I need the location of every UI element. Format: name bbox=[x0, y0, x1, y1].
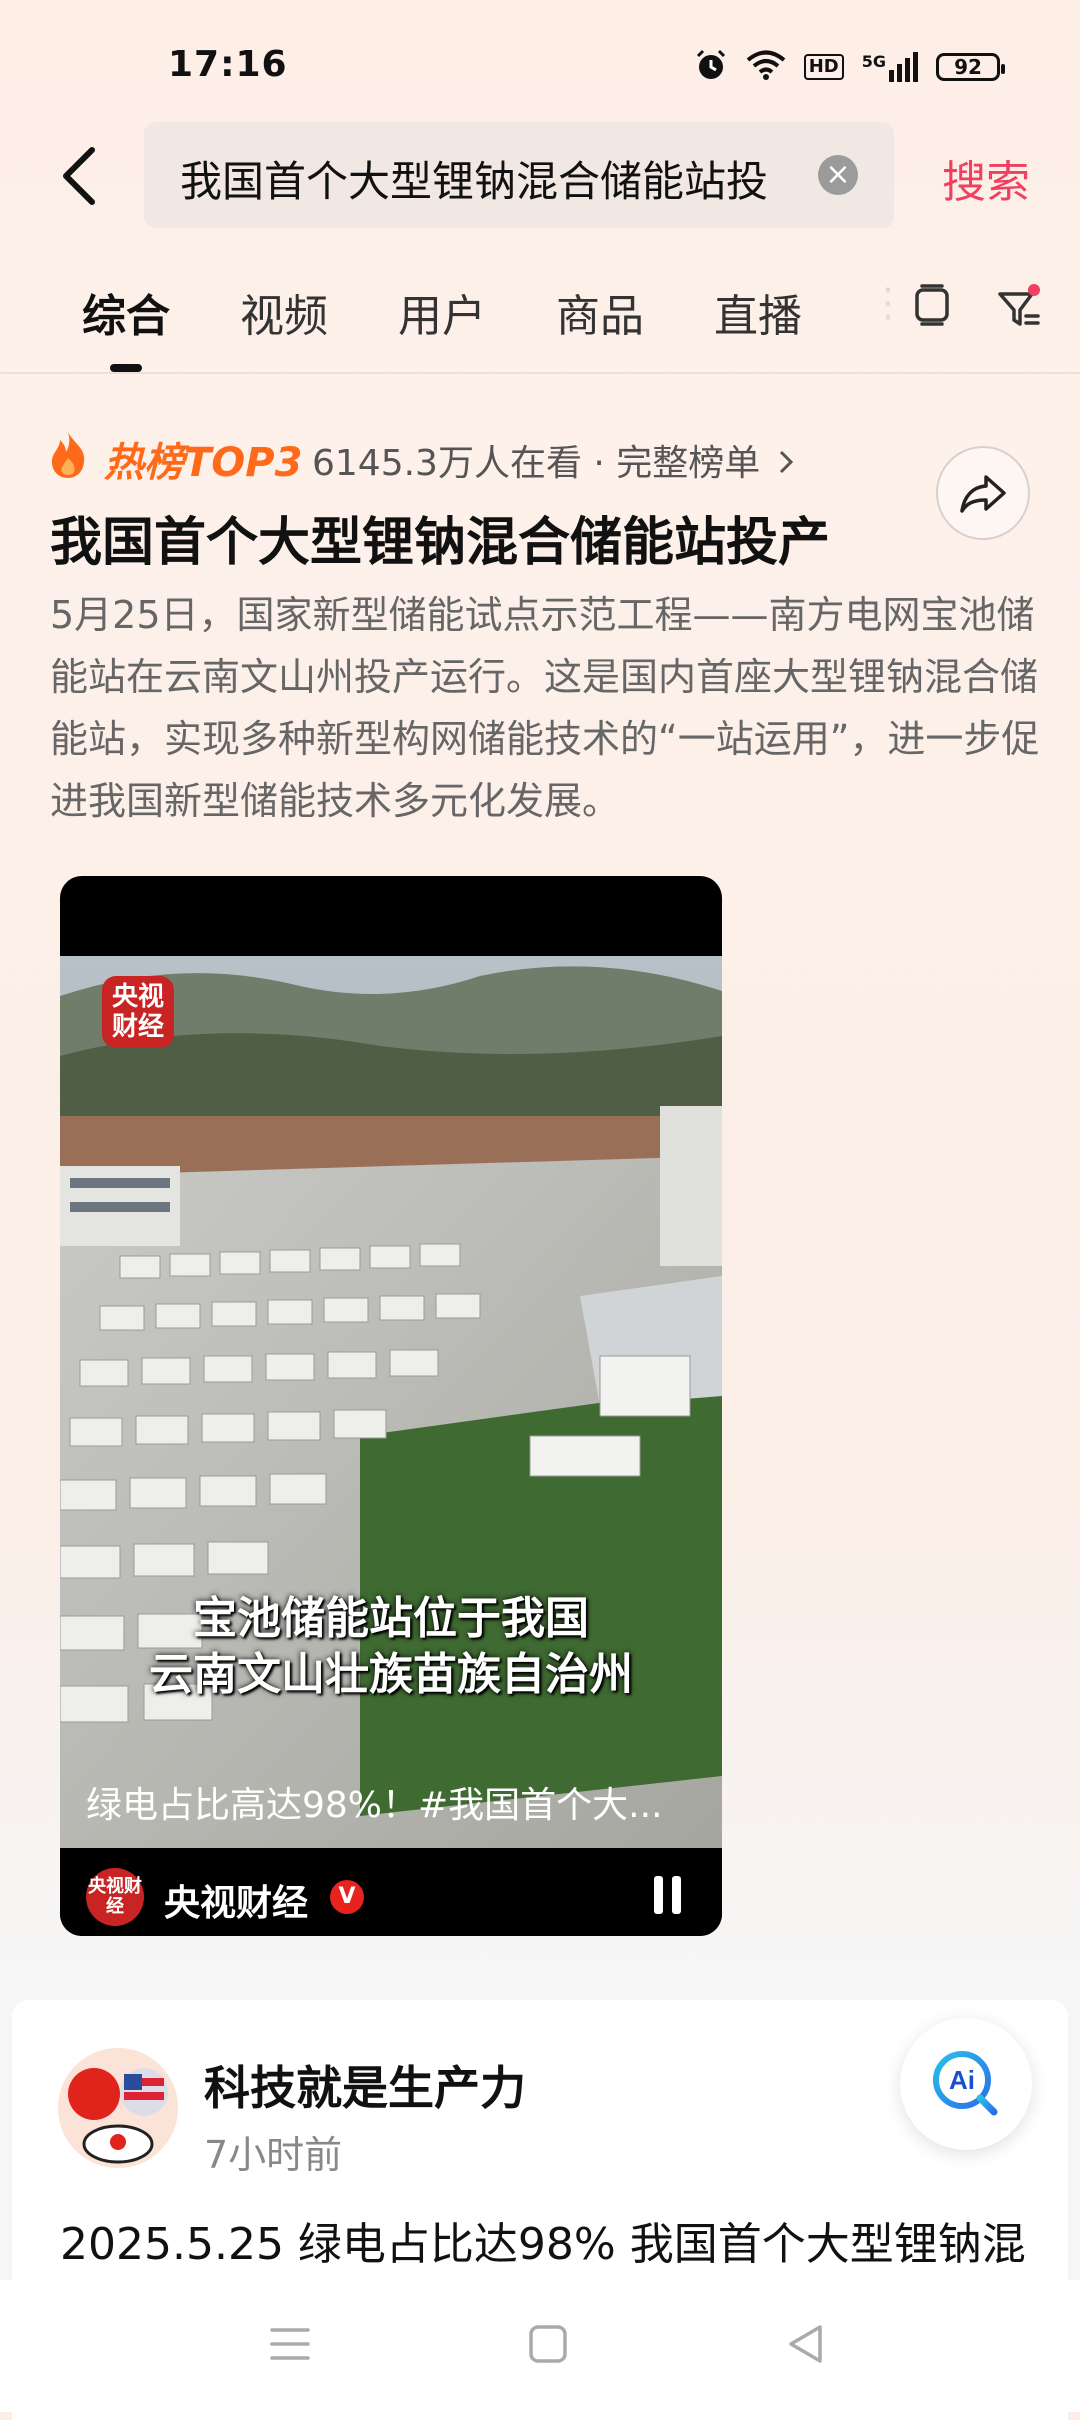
chevron-left-icon bbox=[63, 147, 95, 205]
viewer-count: 6145.3万人在看 · 完整榜单 bbox=[312, 443, 761, 484]
search-query[interactable]: 我国首个大型锂钠混合储能站投 bbox=[180, 148, 790, 209]
video-info-bar: 央视财经 央视财经 V bbox=[60, 1848, 722, 1936]
video-frame-image bbox=[60, 956, 722, 1852]
menu-icon[interactable] bbox=[270, 2324, 310, 2368]
ai-label: Ai bbox=[949, 2065, 975, 2095]
alarm-icon bbox=[694, 48, 728, 86]
tab-more-fade: ⋮ bbox=[868, 280, 908, 326]
video-player[interactable]: 央视财经 宝池储能站位于我国 云南文山壮族苗族自治州 绿电占比高达98%！#我国… bbox=[60, 876, 722, 1936]
post-time: 7小时前 bbox=[204, 2133, 343, 2177]
ai-search-icon: Ai bbox=[933, 2051, 998, 2116]
share-button[interactable] bbox=[936, 446, 1030, 540]
tab-live[interactable]: 直播 bbox=[714, 280, 802, 344]
tab-divider bbox=[0, 372, 1080, 374]
status-icons: HD 5G 92 bbox=[694, 48, 1005, 86]
author-name[interactable]: 科技就是生产力 bbox=[204, 2052, 526, 2118]
author-avatar[interactable] bbox=[58, 2048, 178, 2168]
home-icon[interactable] bbox=[528, 2324, 568, 2368]
video-subtitle-line1: 宝池储能站位于我国 bbox=[193, 1593, 589, 1644]
active-tab-indicator bbox=[110, 364, 142, 372]
search-button[interactable]: 搜索 bbox=[942, 146, 1030, 210]
fire-icon bbox=[48, 430, 88, 480]
post-text[interactable]: 2025.5.25 绿电占比达98% 我国首个大型锂钠混 bbox=[60, 2208, 1026, 2272]
hd-badge: HD bbox=[803, 54, 844, 80]
clear-icon[interactable]: × bbox=[818, 155, 858, 195]
wifi-icon bbox=[746, 49, 786, 85]
chevron-right-icon bbox=[778, 443, 794, 484]
signal-icon: 5G bbox=[862, 52, 918, 82]
hot-rank-badge[interactable]: 热榜TOP3 bbox=[104, 430, 302, 488]
summary-text: 5月25日，国家新型储能试点示范工程——南方电网宝池储能站在云南文山州投产运行。… bbox=[50, 593, 1040, 823]
tab-video[interactable]: 视频 bbox=[240, 280, 328, 344]
ai-assistant-button[interactable]: Ai bbox=[900, 2018, 1032, 2150]
share-icon bbox=[960, 475, 1006, 513]
network-type: 5G bbox=[861, 52, 886, 71]
verified-badge-icon: V bbox=[330, 1880, 364, 1914]
pause-button[interactable] bbox=[654, 1876, 684, 1914]
viewer-count-link[interactable]: 6145.3万人在看 · 完整榜单 bbox=[312, 434, 794, 486]
headline[interactable]: 我国首个大型锂钠混合储能站投产 bbox=[50, 500, 830, 575]
status-time: 17:16 bbox=[168, 44, 288, 85]
channel-name[interactable]: 央视财经 bbox=[164, 1874, 308, 1926]
channel-avatar[interactable]: 央视财经 bbox=[86, 1868, 144, 1926]
video-subtitle-line2: 云南文山壮族苗族自治州 bbox=[149, 1649, 633, 1700]
search-input[interactable]: 我国首个大型锂钠混合储能站投 × bbox=[144, 122, 894, 228]
system-nav-bar bbox=[0, 2280, 1080, 2412]
battery-indicator: 92 bbox=[936, 53, 1005, 81]
tab-products[interactable]: 商品 bbox=[556, 280, 644, 344]
back-nav-icon[interactable] bbox=[786, 2324, 826, 2368]
layout-toggle-icon[interactable] bbox=[912, 284, 952, 332]
tab-all[interactable]: 综合 bbox=[82, 280, 170, 344]
tab-users[interactable]: 用户 bbox=[398, 280, 486, 344]
video-caption[interactable]: 绿电占比高达98%！#我国首个大... bbox=[86, 1776, 663, 1828]
filter-icon[interactable] bbox=[996, 284, 1042, 336]
brand-logo: 央视财经 bbox=[102, 976, 174, 1048]
avatar-image bbox=[58, 2048, 178, 2168]
tab-bar: 综合 视频 用户 商品 直播 ⋮ bbox=[0, 280, 1080, 376]
back-button[interactable] bbox=[56, 144, 106, 208]
